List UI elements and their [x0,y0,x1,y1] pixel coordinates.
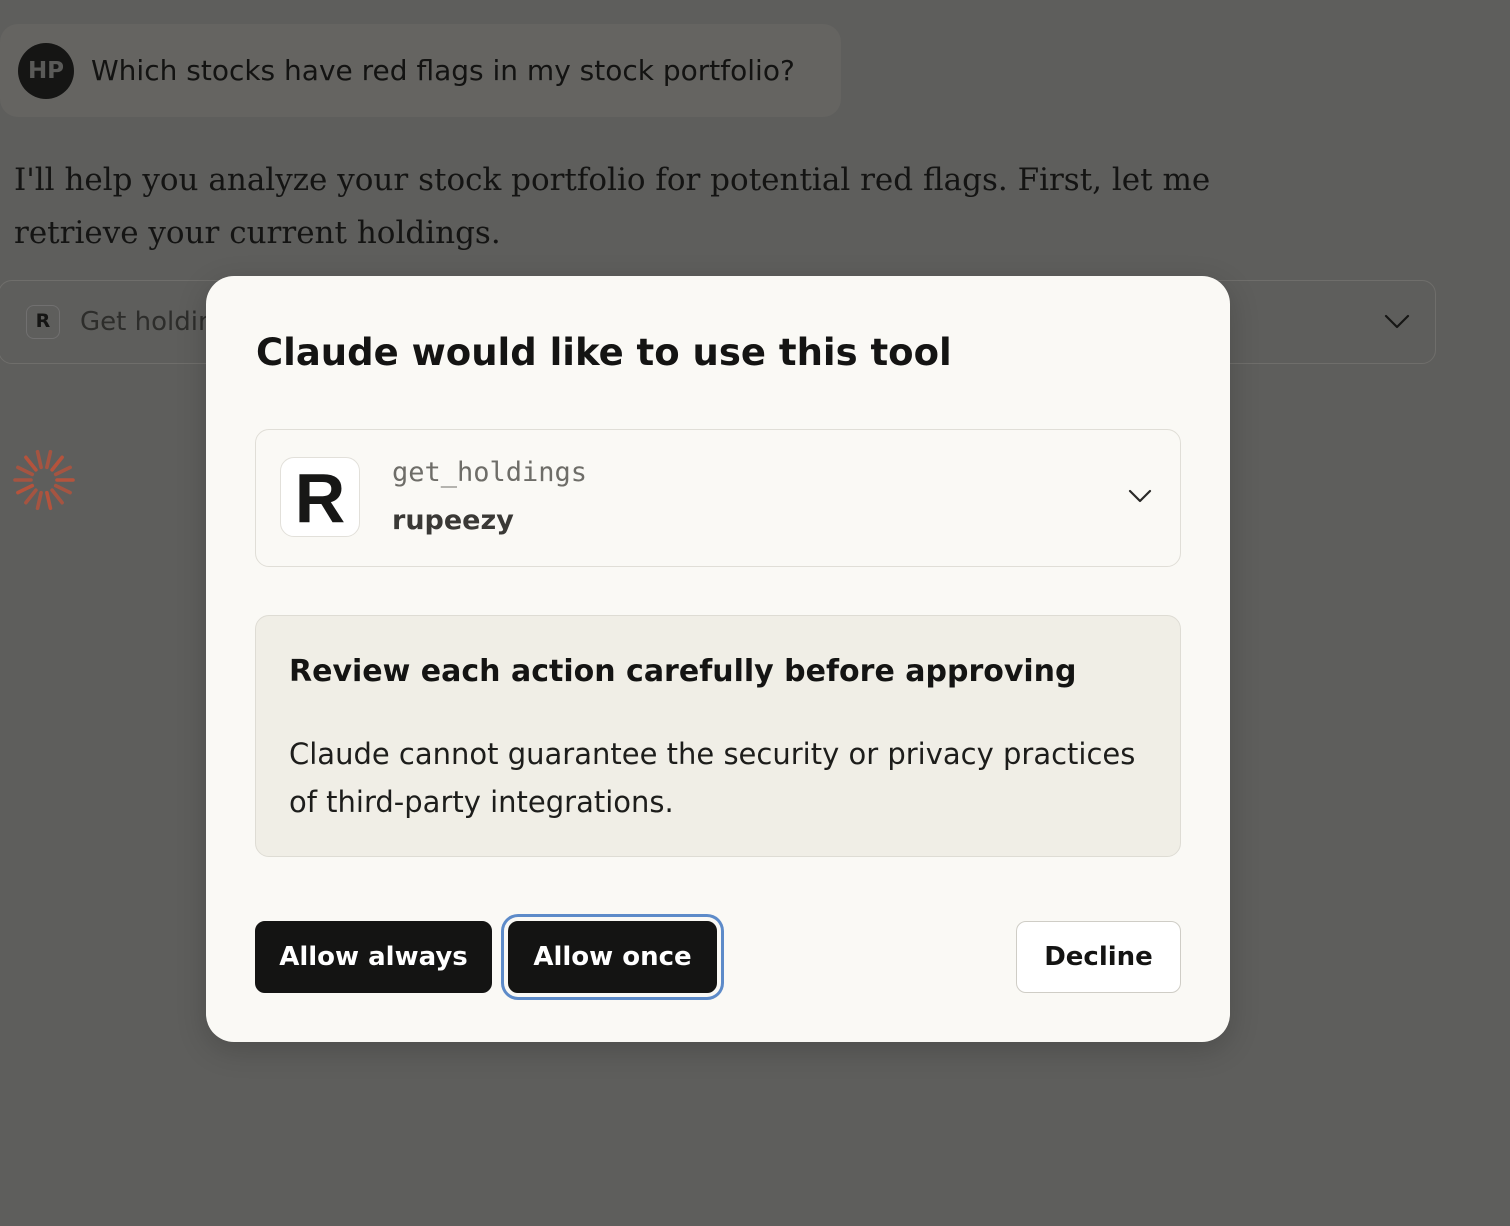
tool-permission-dialog: Claude would like to use this tool R get… [206,276,1230,1042]
spinner-ray [24,488,38,505]
spinner-ray [16,465,35,477]
spinner-ray [45,449,53,470]
spinner-ray [50,455,64,472]
chevron-down-icon[interactable] [1128,485,1152,507]
spinner-ray [45,490,53,511]
avatar: HP [18,43,74,99]
tool-function-name: get_holdings [392,457,588,488]
assistant-message-text: I'll help you analyze your stock portfol… [14,162,1211,251]
spinner-ray [50,488,64,505]
spinner-ray [53,483,72,495]
allow-once-button[interactable]: Allow once [508,921,717,993]
warning-text: Claude cannot guarantee the security or … [289,737,1136,819]
allow-always-button[interactable]: Allow always [255,921,492,993]
dialog-title: Claude would like to use this tool [256,331,952,374]
tool-app-icon: R [280,457,360,537]
chevron-down-icon[interactable] [1384,310,1410,332]
spinner-ray [16,483,35,495]
user-message-text: Which stocks have red flags in my stock … [91,54,795,87]
tool-call-badge: R [26,305,60,339]
tool-details-card[interactable]: R get_holdings rupeezy [255,429,1181,567]
tool-provider-name: rupeezy [392,505,514,536]
spinner-ray [53,465,72,477]
spinner-ray [35,490,43,511]
page: HP Which stocks have red flags in my sto… [0,0,1510,1226]
warning-title: Review each action carefully before appr… [289,654,1077,689]
loading-spinner-icon [13,449,75,511]
spinner-ray [24,455,38,472]
security-warning: Review each action carefully before appr… [255,615,1181,857]
decline-button[interactable]: Decline [1016,921,1181,993]
spinner-ray [35,449,43,470]
